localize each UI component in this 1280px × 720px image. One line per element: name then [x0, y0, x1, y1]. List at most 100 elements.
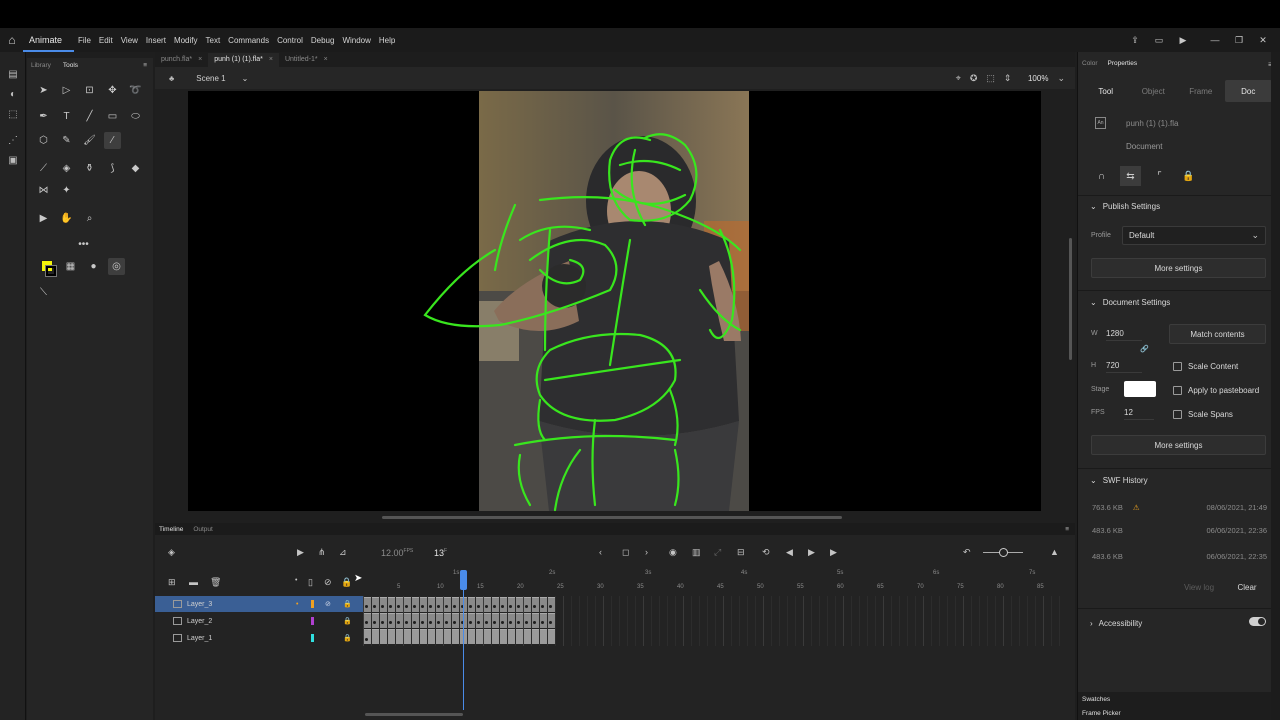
keyframe-dot[interactable] — [541, 605, 544, 608]
paint-bucket-tool-icon[interactable]: ◈ — [58, 160, 75, 177]
keyframe-dot[interactable] — [501, 605, 504, 608]
next-keyframe-icon[interactable]: › — [645, 547, 648, 557]
camera-icon[interactable]: ▶ — [297, 547, 304, 558]
keyframe-dot[interactable] — [485, 621, 488, 624]
keyframe-dot[interactable] — [445, 621, 448, 624]
center-stage-icon[interactable]: ⇕ — [1004, 73, 1012, 84]
tab-object[interactable]: Object — [1130, 80, 1178, 102]
keyframe-dot[interactable] — [437, 605, 440, 608]
menu-debug[interactable]: Debug — [307, 36, 339, 45]
keyframe-dot[interactable] — [477, 605, 480, 608]
object-drawing-icon[interactable]: ▦ — [62, 258, 79, 275]
frame-picker-panel-header[interactable]: Frame Picker≡ — [1078, 706, 1280, 720]
keyframe-dot[interactable] — [389, 621, 392, 624]
menu-text[interactable]: Text — [202, 36, 225, 45]
menu-file[interactable]: File — [74, 36, 95, 45]
menu-help[interactable]: Help — [375, 36, 399, 45]
keyframe-dot[interactable] — [469, 621, 472, 624]
parenting-icon[interactable]: ⋔ — [318, 547, 326, 558]
checkbox-box[interactable] — [1173, 410, 1182, 419]
panel-menu-icon[interactable]: ≡ — [1065, 526, 1069, 533]
align-icon[interactable]: ⇆ — [1120, 166, 1141, 186]
layer-highlight-dot[interactable]: • — [296, 601, 298, 608]
components-panel-icon[interactable]: ▣ — [0, 150, 26, 170]
subselection-tool-icon[interactable]: ▷ — [58, 82, 75, 99]
text-tool-icon[interactable]: T — [58, 108, 75, 125]
brush-mode-icon[interactable]: ◎ — [108, 258, 125, 275]
timeline-scrollbar[interactable] — [365, 713, 463, 716]
menu-commands[interactable]: Commands — [224, 36, 273, 45]
keyframe-dot[interactable] — [405, 605, 408, 608]
layer-color-swatch[interactable] — [311, 617, 314, 625]
rectangle-tool-icon[interactable]: ▭ — [104, 108, 121, 125]
layer-row[interactable]: Layer_3 • ⊘ 🔒 — [155, 596, 363, 612]
keyframe-dot[interactable] — [469, 605, 472, 608]
doc-tab[interactable]: Untitled-1* × — [279, 53, 334, 67]
clip-content-icon[interactable]: ⬚ — [986, 73, 995, 84]
checkbox-box[interactable] — [1173, 386, 1182, 395]
keyframe-dot[interactable] — [397, 621, 400, 624]
layer-name[interactable]: Layer_1 — [187, 635, 277, 642]
keyframe-dot[interactable] — [437, 621, 440, 624]
keyframe-dot[interactable] — [525, 605, 528, 608]
close-tab-icon[interactable]: × — [269, 56, 273, 63]
keyframe-dot[interactable] — [421, 605, 424, 608]
tab-color[interactable]: Color — [1082, 60, 1098, 67]
keyframe-dot[interactable] — [533, 605, 536, 608]
asset-warp-tool-icon[interactable]: ✦ — [58, 182, 75, 199]
camera-tool-icon[interactable]: ▶ — [35, 210, 52, 227]
clear-button[interactable]: Clear — [1228, 578, 1266, 596]
keyframe-dot[interactable] — [525, 621, 528, 624]
keyframe-dot[interactable] — [413, 621, 416, 624]
mountain-icon[interactable]: ▲ — [1050, 547, 1059, 557]
keyframe-dot[interactable] — [509, 621, 512, 624]
keyframe-dot[interactable] — [429, 621, 432, 624]
keyframe-dot[interactable] — [365, 621, 368, 624]
doc-tab[interactable]: punch.fla* × — [155, 53, 208, 67]
stroke-color-swatch[interactable] — [45, 265, 57, 277]
pencil-tool-icon[interactable]: ✎ — [58, 132, 75, 149]
accessibility-toggle[interactable] — [1249, 617, 1266, 626]
info-panel-icon[interactable]: ◐ — [0, 84, 26, 104]
link-dimensions-icon[interactable]: 🔗 — [1140, 345, 1149, 353]
tab-output[interactable]: Output — [193, 526, 213, 533]
oval-tool-icon[interactable]: ⬭ — [127, 108, 144, 125]
keyframe-dot[interactable] — [373, 621, 376, 624]
more-settings-button[interactable]: More settings — [1091, 435, 1266, 455]
scale-content-checkbox[interactable]: Scale Content — [1173, 362, 1238, 371]
more-settings-button[interactable]: More settings — [1091, 258, 1266, 278]
frame-ruler[interactable]: 5 10 15 20 25 30 35 40 45 50 55 60 65 70 75 80 85 1s 2s 3s 4… — [363, 567, 1063, 595]
graph-icon[interactable]: ⊿ — [339, 547, 347, 558]
zoom-tool-icon[interactable]: ⌕ — [81, 210, 98, 227]
workspace-icon[interactable]: ▭ — [1152, 33, 1166, 47]
keyframe-dot[interactable] — [445, 605, 448, 608]
horizontal-scrollbar[interactable] — [382, 516, 842, 519]
layers-icon[interactable]: ◈ — [168, 547, 175, 558]
hand-tool-icon[interactable]: ✋ — [58, 210, 75, 227]
tab-library[interactable]: Library — [31, 62, 51, 72]
height-field[interactable]: 720 — [1106, 361, 1119, 370]
bone-tool-icon[interactable]: ⟋ — [35, 160, 52, 177]
magnet-icon[interactable]: ∩ — [1091, 166, 1112, 186]
new-layer-icon[interactable]: ⊞ — [168, 577, 176, 588]
keyframe-dot[interactable] — [493, 605, 496, 608]
highlight-icon[interactable]: • — [295, 577, 297, 584]
snap-icon[interactable]: ⌖ — [956, 73, 961, 84]
tab-frame[interactable]: Frame — [1177, 80, 1225, 102]
more-tools-icon[interactable]: ••• — [75, 236, 92, 253]
playhead[interactable] — [460, 570, 467, 710]
layer-name[interactable]: Layer_3 — [187, 601, 277, 608]
checkbox-box[interactable] — [1173, 362, 1182, 371]
eraser-tool-icon[interactable]: ◆ — [127, 160, 144, 177]
lock-icon[interactable]: 🔒 — [343, 634, 352, 642]
insert-keyframe-icon[interactable]: ◻ — [622, 547, 629, 558]
keyframe-dot[interactable] — [501, 621, 504, 624]
keyframe-dot[interactable] — [517, 621, 520, 624]
new-folder-icon[interactable]: ▬ — [189, 577, 198, 587]
smoothing-icon[interactable]: ⟍ — [35, 284, 52, 301]
line-tool-icon[interactable]: ╱ — [81, 108, 98, 125]
width-field[interactable]: 1280 — [1106, 329, 1124, 338]
close-icon[interactable]: ✕ — [1256, 33, 1270, 47]
document-settings-header[interactable]: ⌄ Document Settings — [1090, 298, 1170, 307]
keyframe-dot[interactable] — [541, 621, 544, 624]
